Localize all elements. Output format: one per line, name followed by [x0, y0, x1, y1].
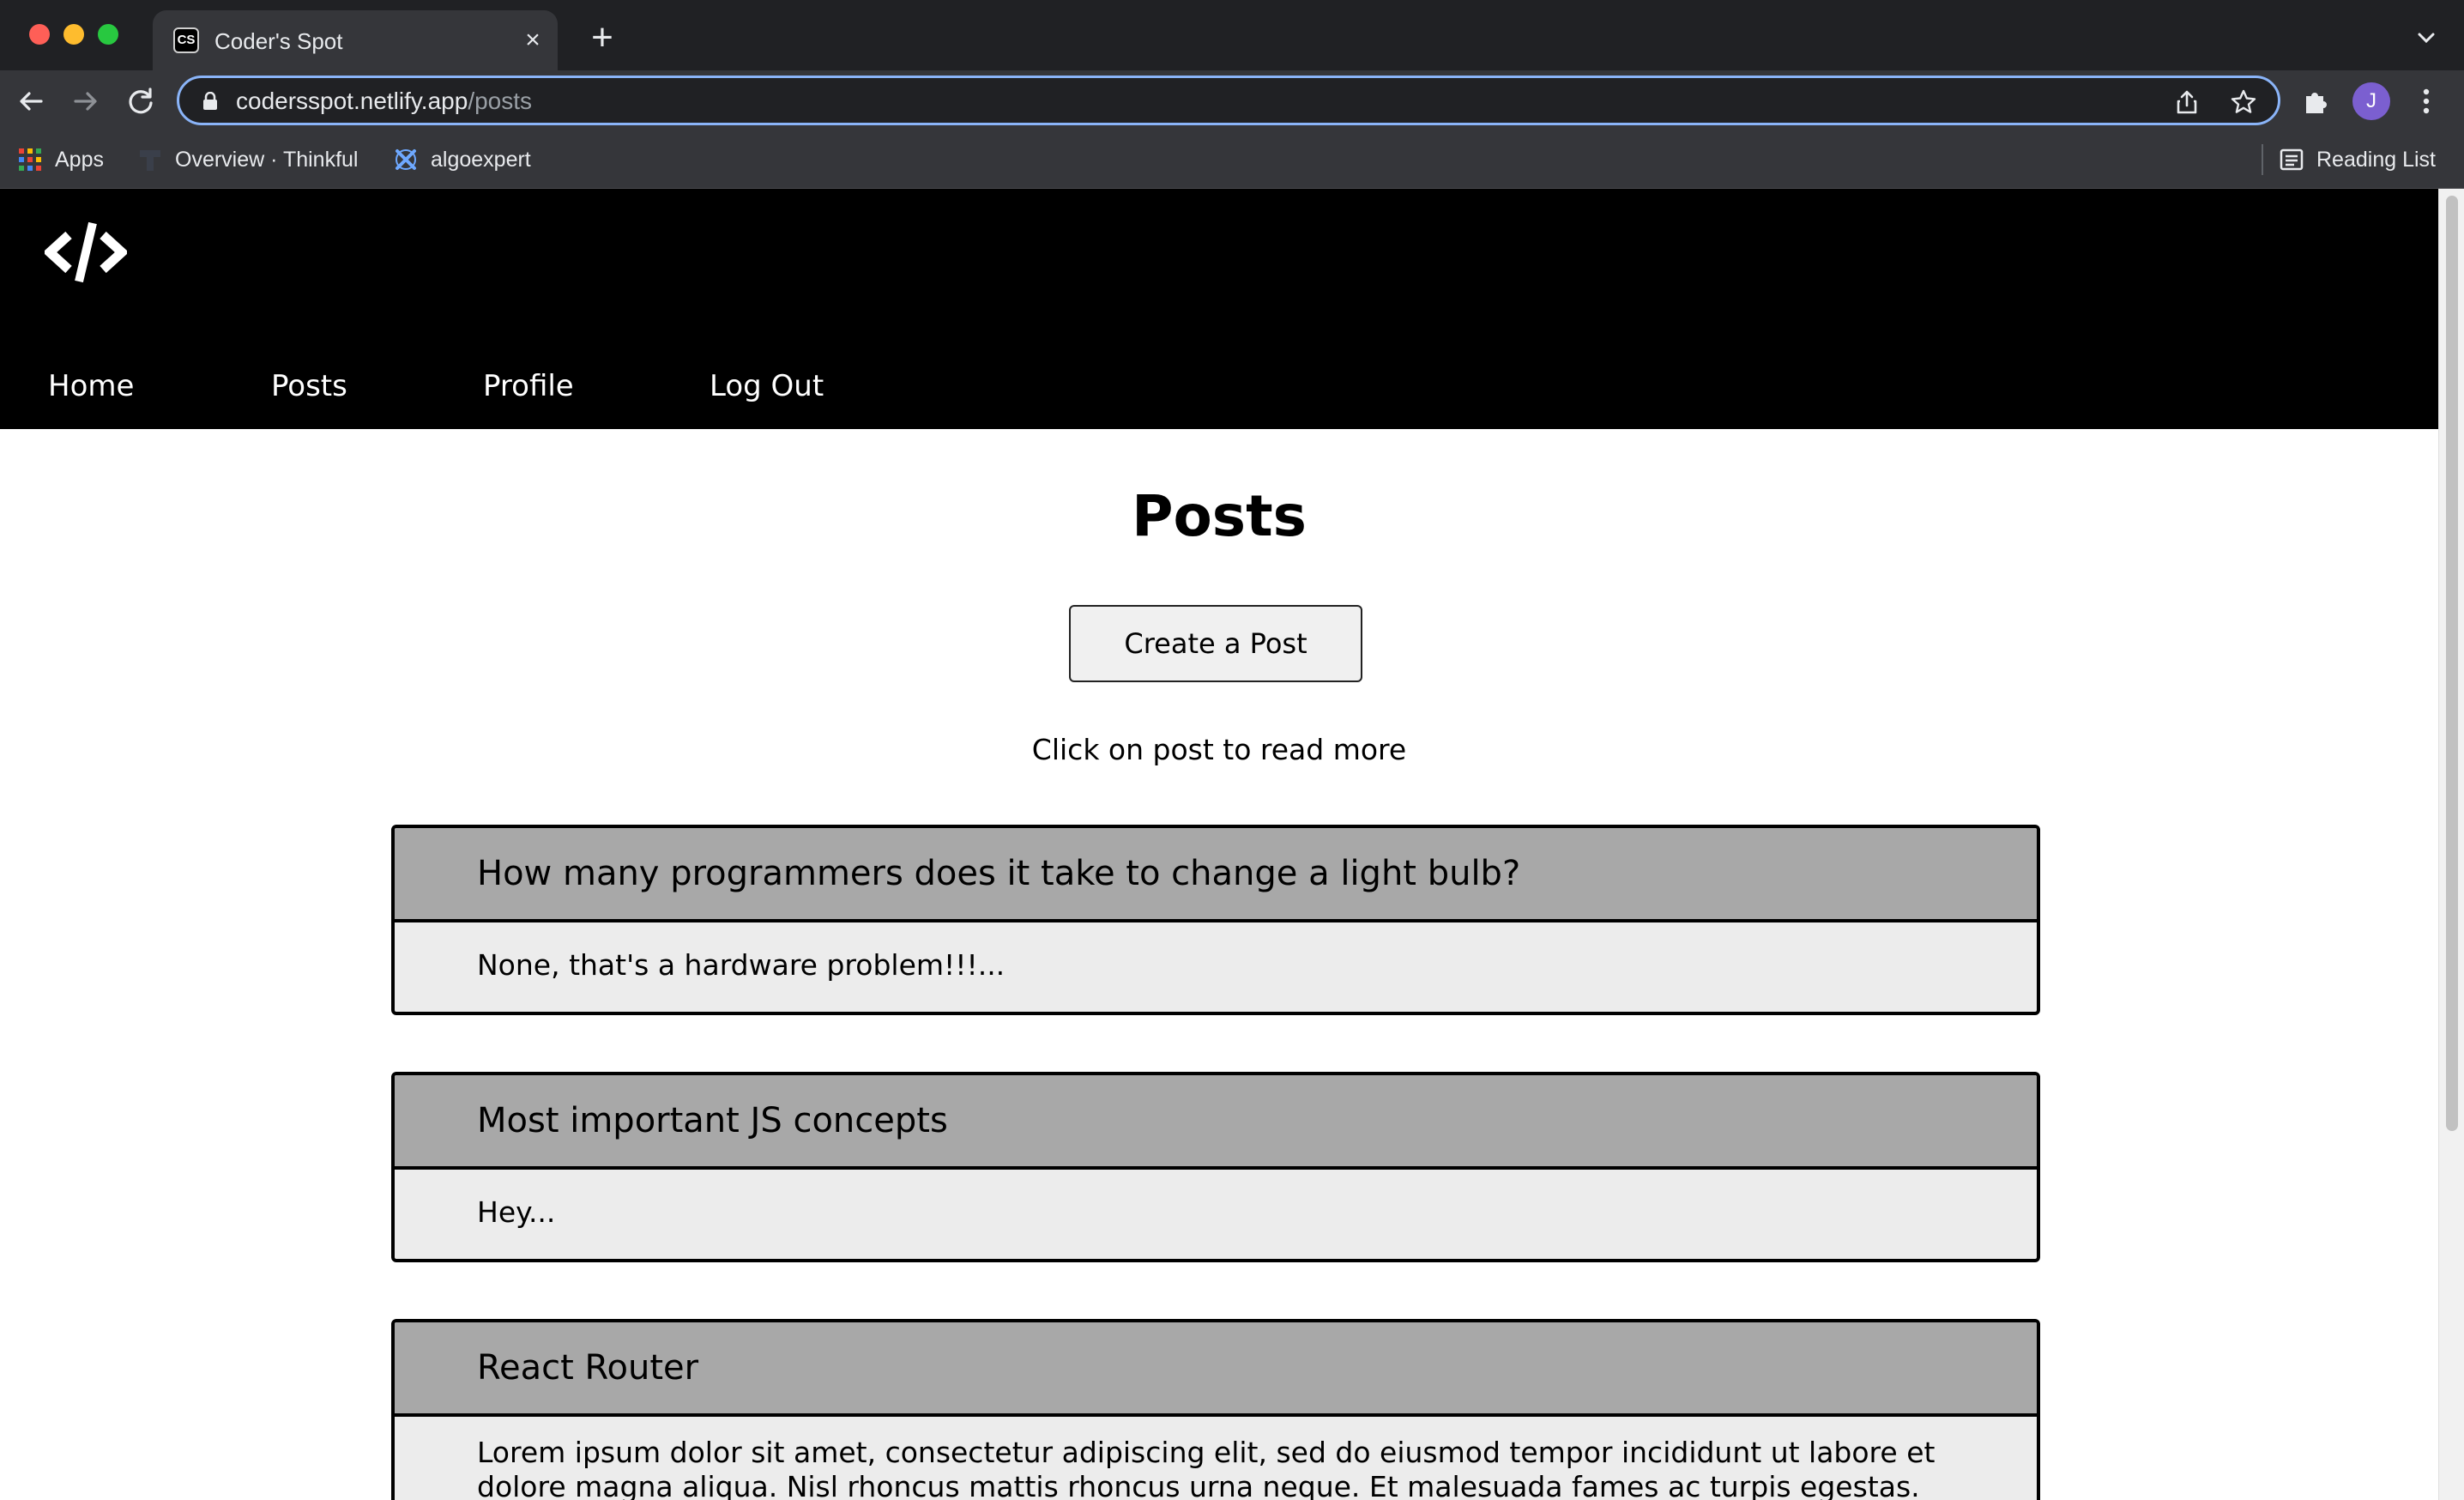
profile-avatar[interactable]: J — [2352, 82, 2390, 120]
bookmark-thinkful[interactable]: Overview · Thinkful — [137, 144, 359, 175]
algoexpert-icon — [396, 149, 416, 170]
post-excerpt[interactable]: Hey... — [395, 1170, 2037, 1255]
bookmarks-bar: Apps Overview · Thinkful algoexpert Read… — [0, 132, 2464, 189]
back-arrow-icon[interactable] — [14, 84, 48, 118]
post-excerpt[interactable]: None, that's a hardware problem!!!... — [395, 922, 2037, 1008]
post-title[interactable]: How many programmers does it take to cha… — [477, 853, 1520, 894]
apps-grid-icon — [19, 148, 41, 171]
post-card[interactable]: React Router Lorem ipsum dolor sit amet,… — [391, 1319, 2040, 1500]
browser-tab-active[interactable]: CS Coder's Spot × — [153, 10, 558, 70]
post-title[interactable]: React Router — [477, 1347, 698, 1388]
nav-posts[interactable]: Posts — [271, 369, 347, 403]
address-bar[interactable]: codersspot.netlify.app/posts — [177, 76, 2280, 125]
bookmark-star-icon[interactable] — [2230, 88, 2257, 116]
nav-profile[interactable]: Profile — [483, 369, 574, 403]
scrollbar-thumb[interactable] — [2446, 196, 2458, 1131]
bookmark-label: Overview · Thinkful — [175, 147, 359, 172]
url-text[interactable]: codersspot.netlify.app/posts — [236, 87, 532, 116]
post-excerpt[interactable]: Lorem ipsum dolor sit amet, consectetur … — [395, 1417, 2037, 1500]
page-title: Posts — [1132, 483, 1307, 549]
more-menu-icon[interactable] — [2409, 84, 2443, 118]
url-path: /posts — [468, 88, 533, 114]
bookmark-label: algoexpert — [431, 147, 531, 172]
tab-favicon-icon: CS — [173, 27, 199, 53]
code-brackets-icon[interactable] — [45, 220, 127, 285]
create-post-button[interactable]: Create a Post — [1069, 605, 1362, 682]
post-card[interactable]: How many programmers does it take to cha… — [391, 825, 2040, 1015]
bookmark-algoexpert[interactable]: algoexpert — [393, 144, 531, 175]
post-card-header[interactable]: Most important JS concepts — [395, 1075, 2037, 1170]
tab-close-icon[interactable]: × — [520, 27, 546, 53]
bookmarks-divider — [2262, 144, 2263, 175]
post-title[interactable]: Most important JS concepts — [477, 1100, 948, 1141]
tab-title: Coder's Spot — [214, 28, 343, 54]
new-tab-plus-icon[interactable]: + — [585, 19, 619, 57]
post-card-header[interactable]: How many programmers does it take to cha… — [395, 828, 2037, 922]
page-scrollbar[interactable] — [2438, 189, 2464, 1500]
share-icon[interactable] — [2173, 88, 2201, 116]
browser-tab-bar: CS Coder's Spot × + — [0, 0, 2464, 70]
post-card[interactable]: Most important JS concepts Hey... — [391, 1072, 2040, 1262]
reading-list-icon — [2280, 148, 2304, 171]
reload-icon[interactable] — [124, 84, 158, 118]
maximize-window-button[interactable] — [98, 24, 118, 45]
forward-arrow-icon[interactable] — [69, 84, 103, 118]
lock-icon[interactable] — [202, 92, 219, 111]
bookmark-label: Apps — [55, 147, 104, 172]
nav-log-out[interactable]: Log Out — [710, 369, 824, 403]
site-header: Home Posts Profile Log Out — [0, 189, 2438, 429]
extensions-puzzle-icon[interactable] — [2299, 84, 2334, 118]
nav-home[interactable]: Home — [48, 369, 134, 403]
url-host: codersspot.netlify.app — [236, 88, 468, 114]
bookmark-apps[interactable]: Apps — [17, 144, 104, 175]
minimize-window-button[interactable] — [63, 24, 84, 45]
reading-list-label: Reading List — [2316, 147, 2436, 172]
page-viewport: Home Posts Profile Log Out Posts Create … — [0, 189, 2438, 1500]
tab-search-chevron-icon[interactable] — [2413, 24, 2440, 51]
close-window-button[interactable] — [29, 24, 50, 45]
post-card-header[interactable]: React Router — [395, 1322, 2037, 1417]
browser-toolbar: codersspot.netlify.app/posts J — [0, 70, 2464, 132]
thinkful-icon — [140, 150, 160, 171]
read-more-hint: Click on post to read more — [1031, 733, 1407, 766]
reading-list-button[interactable]: Reading List — [2279, 144, 2436, 175]
